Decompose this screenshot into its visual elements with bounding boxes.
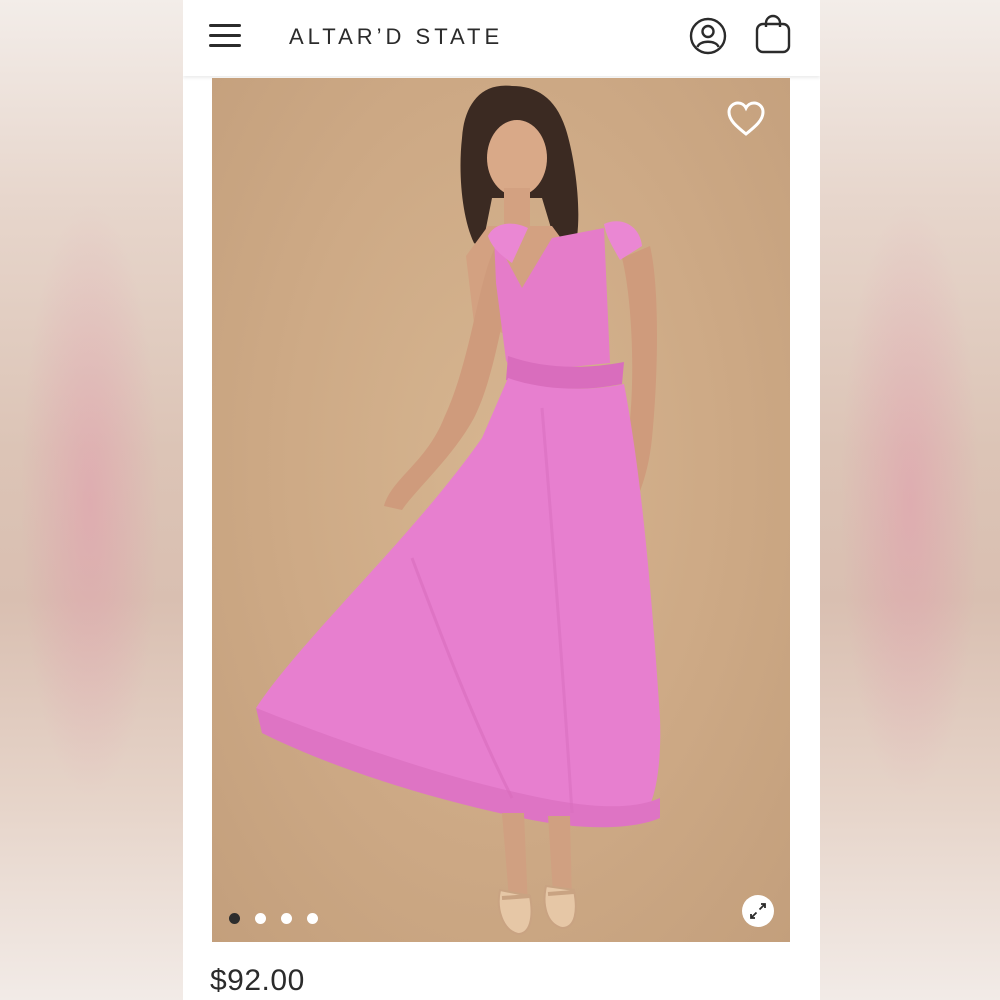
product-image[interactable] bbox=[212, 78, 790, 942]
account-icon[interactable] bbox=[689, 17, 727, 55]
carousel-dot-2[interactable] bbox=[255, 913, 266, 924]
carousel-dot-4[interactable] bbox=[307, 913, 318, 924]
carousel-dot-1[interactable] bbox=[229, 913, 240, 924]
heart-icon[interactable] bbox=[726, 100, 766, 138]
brand-logo[interactable]: ALTAR’D STATE bbox=[289, 22, 503, 52]
blurred-backdrop-left bbox=[0, 0, 183, 1000]
carousel-dot-3[interactable] bbox=[281, 913, 292, 924]
carousel-indicator bbox=[229, 911, 333, 925]
shopping-bag-icon[interactable] bbox=[754, 14, 792, 54]
model-wearing-dress-image bbox=[256, 85, 661, 936]
product-page: ALTAR’D STATE $92.00 bbox=[183, 0, 820, 1000]
expand-icon[interactable] bbox=[742, 895, 774, 927]
blurred-backdrop-right bbox=[820, 0, 1000, 1000]
product-price: $92.00 bbox=[210, 964, 305, 997]
menu-icon[interactable] bbox=[209, 22, 241, 48]
site-header: ALTAR’D STATE bbox=[183, 0, 820, 76]
